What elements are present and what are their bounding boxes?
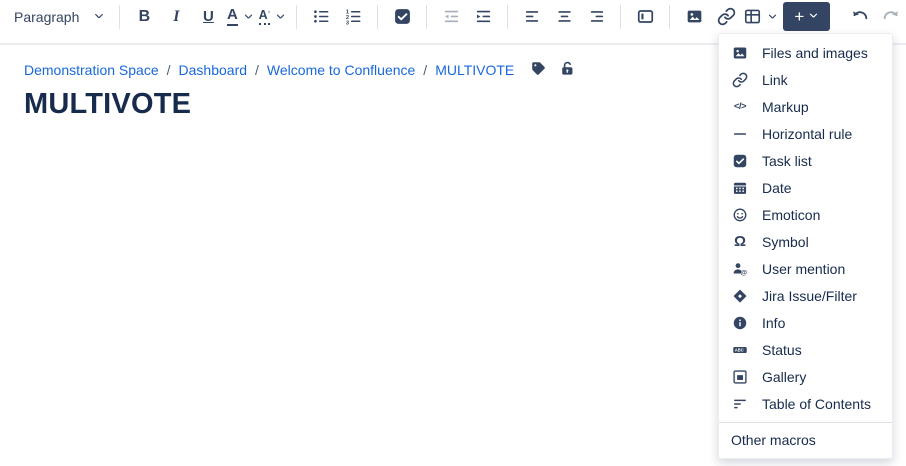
- bullet-list-button[interactable]: [306, 2, 336, 32]
- task-list-icon: [393, 7, 412, 26]
- svg-text:ABC: ABC: [735, 347, 744, 352]
- text-color-button[interactable]: A: [225, 2, 255, 32]
- menu-item-info[interactable]: Info: [719, 309, 892, 336]
- gallery-icon: [731, 368, 749, 386]
- toolbar-separator: [507, 5, 508, 29]
- menu-item-emoticon[interactable]: Emoticon: [719, 201, 892, 228]
- toolbar-separator: [296, 5, 297, 29]
- menu-item-status[interactable]: ABC Status: [719, 336, 892, 363]
- align-right-icon: [587, 7, 606, 26]
- insert-menu: Files and images Link </> Markup Horizon…: [718, 33, 893, 459]
- layout-icon: [636, 7, 655, 26]
- align-center-button[interactable]: [549, 2, 579, 32]
- redo-button: [876, 2, 906, 32]
- breadcrumb: Demonstration Space / Dashboard / Welcom…: [24, 60, 576, 80]
- menu-item-link[interactable]: Link: [719, 66, 892, 93]
- chevron-down-icon: [808, 8, 819, 26]
- chevron-down-icon: [767, 11, 778, 22]
- table-of-contents-icon: [731, 395, 749, 413]
- insert-link-button[interactable]: [711, 2, 741, 32]
- paragraph-style-label: Paragraph: [14, 9, 79, 25]
- menu-item-other-macros[interactable]: Other macros: [719, 422, 892, 458]
- breadcrumb-dashboard[interactable]: Dashboard: [179, 62, 248, 78]
- align-center-icon: [555, 7, 574, 26]
- menu-item-jira-issue-filter[interactable]: Jira Issue/Filter: [719, 282, 892, 309]
- status-icon: ABC: [731, 341, 749, 359]
- menu-item-date[interactable]: Date: [719, 174, 892, 201]
- menu-item-task-list[interactable]: Task list: [719, 147, 892, 174]
- link-icon: [731, 71, 749, 89]
- layout-button[interactable]: [630, 2, 660, 32]
- insert-image-button[interactable]: [679, 2, 709, 32]
- table-icon: [743, 7, 762, 26]
- menu-item-markup[interactable]: </> Markup: [719, 93, 892, 120]
- breadcrumb-separator: /: [255, 62, 259, 78]
- toolbar-separator: [669, 5, 670, 29]
- numbered-list-button[interactable]: 123: [338, 2, 368, 32]
- breadcrumb-separator: /: [423, 62, 427, 78]
- chevron-down-icon: [93, 9, 105, 25]
- image-icon: [731, 44, 749, 62]
- menu-item-horizontal-rule[interactable]: Horizontal rule: [719, 120, 892, 147]
- toolbar-separator: [620, 5, 621, 29]
- undo-button[interactable]: [844, 2, 874, 32]
- outdent-icon: [442, 7, 461, 26]
- align-right-button[interactable]: [581, 2, 611, 32]
- breadcrumb-demonstration-space[interactable]: Demonstration Space: [24, 62, 159, 78]
- align-left-icon: [523, 7, 542, 26]
- chevron-down-icon: [243, 11, 254, 22]
- info-icon: [731, 314, 749, 332]
- menu-item-table-of-contents[interactable]: Table of Contents: [719, 390, 892, 417]
- menu-item-symbol[interactable]: Ω Symbol: [719, 228, 892, 255]
- breadcrumb-multivote[interactable]: MULTIVOTE: [435, 62, 514, 78]
- italic-button[interactable]: I: [161, 2, 191, 32]
- page-title: MULTIVOTE: [24, 88, 191, 121]
- paragraph-style-dropdown[interactable]: Paragraph: [10, 2, 111, 32]
- align-left-button[interactable]: [517, 2, 547, 32]
- breadcrumb-separator: /: [167, 62, 171, 78]
- numbered-list-icon: 123: [344, 7, 363, 26]
- bullet-list-icon: [312, 7, 331, 26]
- link-icon: [717, 7, 736, 26]
- toolbar-separator: [377, 5, 378, 29]
- breadcrumb-welcome-to-confluence[interactable]: Welcome to Confluence: [267, 62, 415, 78]
- user-mention-icon: @: [731, 260, 749, 278]
- menu-item-gallery[interactable]: Gallery: [719, 363, 892, 390]
- redo-icon: [882, 7, 901, 26]
- toolbar-separator: [119, 5, 120, 29]
- insert-table-button[interactable]: [743, 2, 778, 32]
- outdent-button: [436, 2, 466, 32]
- menu-item-files-and-images[interactable]: Files and images: [719, 39, 892, 66]
- image-icon: [685, 7, 704, 26]
- emoticon-icon: [731, 206, 749, 224]
- menu-item-user-mention[interactable]: @ User mention: [719, 255, 892, 282]
- svg-text:3: 3: [346, 20, 349, 26]
- omega-symbol-icon: Ω: [731, 233, 749, 251]
- indent-icon: [474, 7, 493, 26]
- unrestricted-unlock-icon[interactable]: [559, 60, 576, 80]
- svg-text:@: @: [740, 269, 747, 276]
- chevron-down-icon: [275, 11, 286, 22]
- labels-tag-icon[interactable]: [530, 60, 547, 80]
- jira-icon: [731, 287, 749, 305]
- plus-icon: +: [794, 8, 804, 25]
- indent-button[interactable]: [468, 2, 498, 32]
- toolbar-separator: [426, 5, 427, 29]
- horizontal-rule-icon: [731, 125, 749, 143]
- task-list-icon: [731, 152, 749, 170]
- calendar-icon: [731, 179, 749, 197]
- underline-button[interactable]: U: [193, 2, 223, 32]
- markup-icon: </>: [731, 98, 749, 116]
- bold-button[interactable]: B: [129, 2, 159, 32]
- insert-more-content-button[interactable]: +: [783, 2, 830, 31]
- undo-icon: [850, 7, 869, 26]
- more-formatting-button[interactable]: A◦: [257, 2, 287, 32]
- task-list-button[interactable]: [387, 2, 417, 32]
